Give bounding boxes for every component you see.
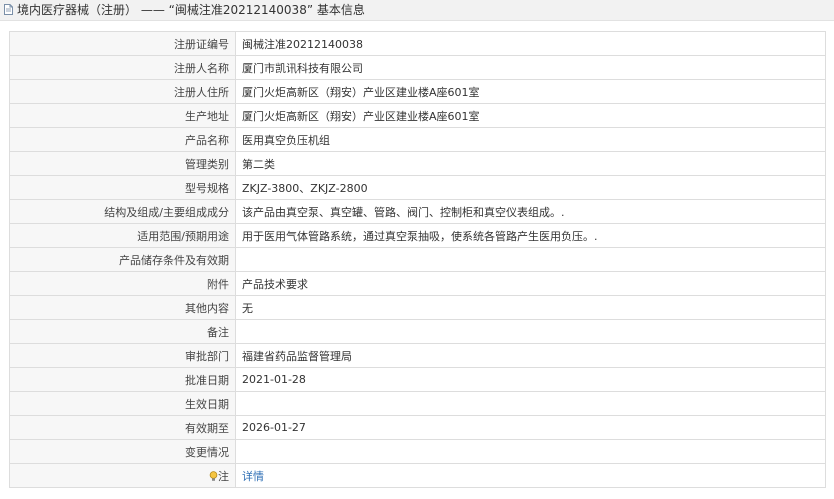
field-label: 注册证编号 [9,31,236,56]
field-label: 注册人名称 [9,55,236,80]
field-value: 厦门火炬高新区（翔安）产业区建业楼A座601室 [235,79,826,104]
table-row: 产品储存条件及有效期 [9,247,826,272]
field-label: 管理类别 [9,151,236,176]
field-value: ZKJZ-3800、ZKJZ-2800 [235,175,826,200]
field-label: 结构及组成/主要组成成分 [9,199,236,224]
field-label: 注册人住所 [9,79,236,104]
info-bulb-icon [209,470,218,481]
field-value: 2026-01-27 [235,415,826,440]
field-value [235,247,826,272]
field-value [235,319,826,344]
field-value [235,439,826,464]
field-value: 医用真空负压机组 [235,127,826,152]
table-row: 注册人名称 厦门市凯讯科技有限公司 [9,55,826,80]
table-row: 结构及组成/主要组成成分 该产品由真空泵、真空罐、管路、阀门、控制柜和真空仪表组成… [9,199,826,224]
note-label-cell: 注 [9,463,236,488]
table-row: 变更情况 [9,439,826,464]
note-row: 注详情 [9,463,826,488]
field-value: 产品技术要求 [235,271,826,296]
field-value: 厦门火炬高新区（翔安）产业区建业楼A座601室 [235,103,826,128]
field-value: 该产品由真空泵、真空罐、管路、阀门、控制柜和真空仪表组成。. [235,199,826,224]
table-row: 备注 [9,319,826,344]
note-label: 注 [218,469,229,483]
detail-link[interactable]: 详情 [242,470,264,483]
field-label: 其他内容 [9,295,236,320]
table-row: 注册人住所 厦门火炬高新区（翔安）产业区建业楼A座601室 [9,79,826,104]
field-value [235,391,826,416]
document-icon [4,4,13,15]
field-label: 生效日期 [9,391,236,416]
field-label: 适用范围/预期用途 [9,223,236,248]
note-value-cell: 详情 [235,463,826,488]
page-header: 境内医疗器械（注册） —— “闽械注准20212140038” 基本信息 [0,0,834,21]
field-label: 产品储存条件及有效期 [9,247,236,272]
field-label: 审批部门 [9,343,236,368]
field-label: 备注 [9,319,236,344]
table-row: 生产地址 厦门火炬高新区（翔安）产业区建业楼A座601室 [9,103,826,128]
table-row: 有效期至 2026-01-27 [9,415,826,440]
table-row: 批准日期 2021-01-28 [9,367,826,392]
table-row: 生效日期 [9,391,826,416]
field-value: 厦门市凯讯科技有限公司 [235,55,826,80]
table-row: 产品名称 医用真空负压机组 [9,127,826,152]
field-label: 型号规格 [9,175,236,200]
field-label: 生产地址 [9,103,236,128]
field-label: 批准日期 [9,367,236,392]
field-value: 无 [235,295,826,320]
table-row: 管理类别 第二类 [9,151,826,176]
field-value: 用于医用气体管路系统，通过真空泵抽吸，使系统各管路产生医用负压。. [235,223,826,248]
page-title: 境内医疗器械（注册） —— “闽械注准20212140038” 基本信息 [17,3,365,17]
field-value: 2021-01-28 [235,367,826,392]
table-row: 型号规格 ZKJZ-3800、ZKJZ-2800 [9,175,826,200]
info-table: 注册证编号 闽械注准20212140038 注册人名称 厦门市凯讯科技有限公司 注册人住… [9,31,826,488]
field-label: 变更情况 [9,439,236,464]
table-row: 适用范围/预期用途 用于医用气体管路系统，通过真空泵抽吸，使系统各管路产生医用负压… [9,223,826,248]
field-value: 闽械注准20212140038 [235,31,826,56]
table-row: 其他内容无 [9,295,826,320]
field-value: 福建省药品监督管理局 [235,343,826,368]
table-row: 附件 产品技术要求 [9,271,826,296]
field-label: 附件 [9,271,236,296]
table-row: 审批部门 福建省药品监督管理局 [9,343,826,368]
field-label: 有效期至 [9,415,236,440]
field-value: 第二类 [235,151,826,176]
table-row: 注册证编号 闽械注准20212140038 [9,31,826,56]
field-label: 产品名称 [9,127,236,152]
